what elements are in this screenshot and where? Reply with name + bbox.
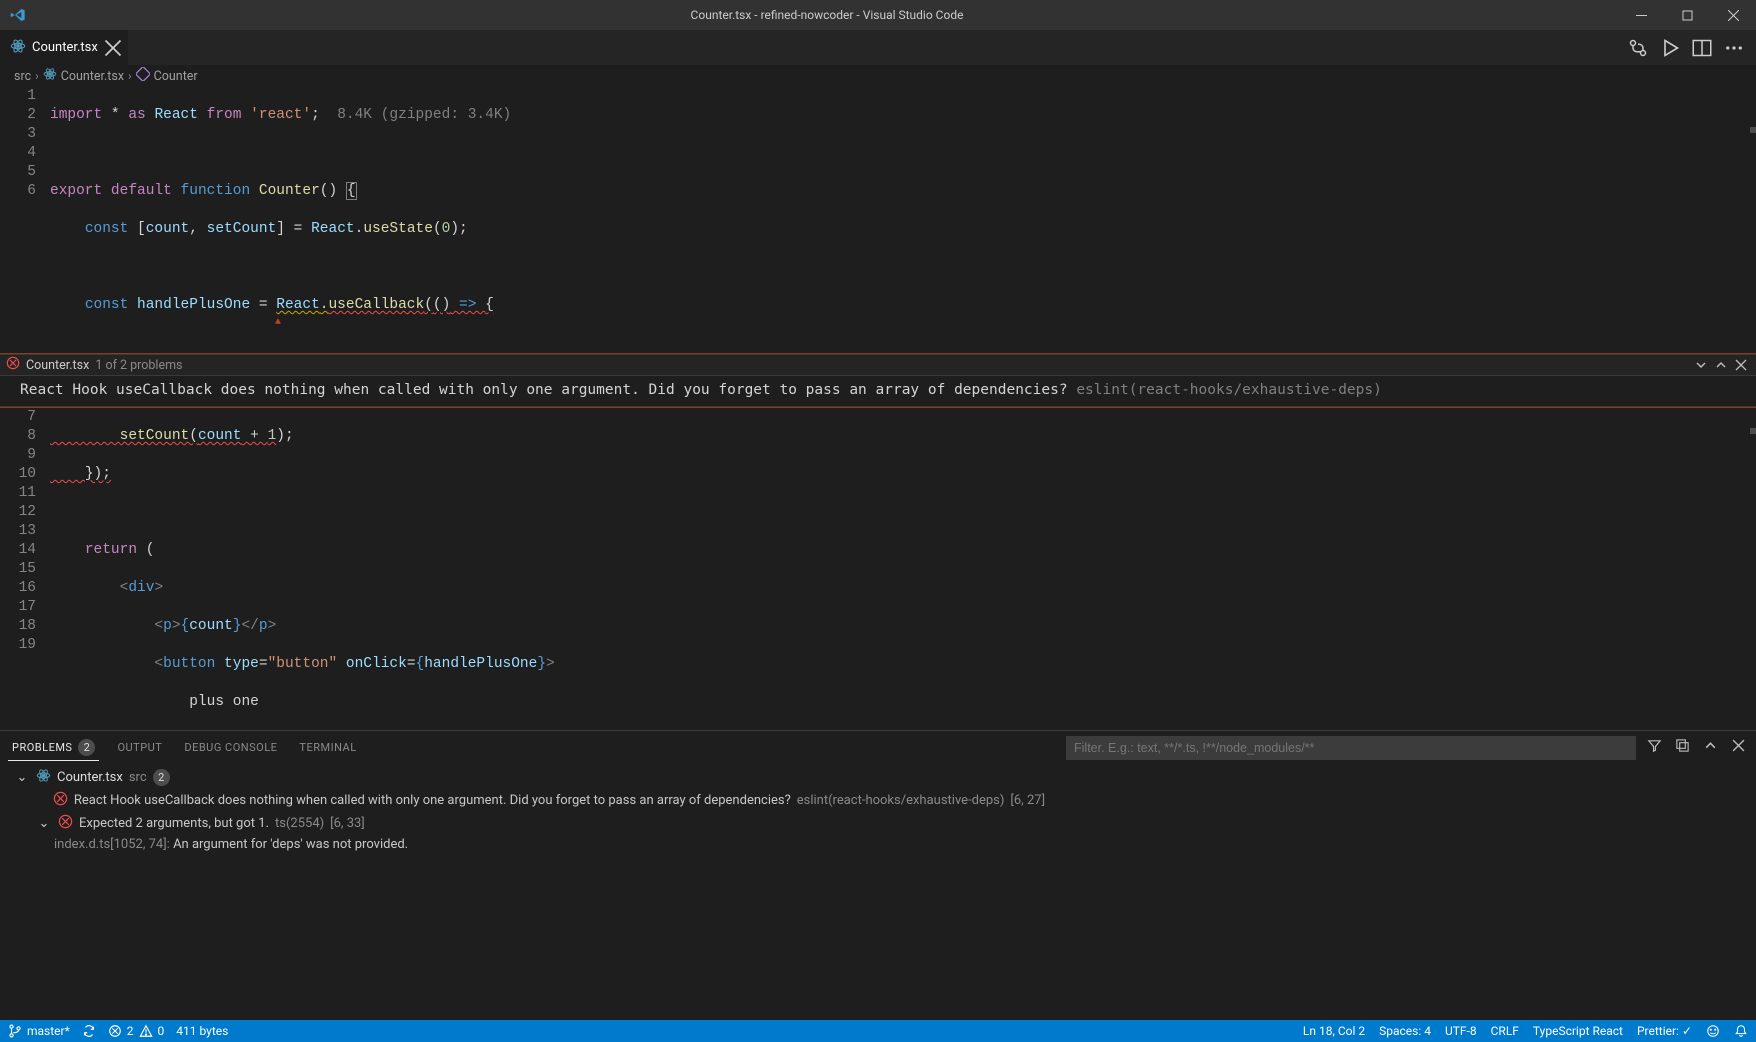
status-cursor-position[interactable]: Ln 18, Col 2 — [1303, 1024, 1365, 1038]
inline-problem-message: React Hook useCallback does nothing when… — [0, 376, 1756, 407]
code-editor-section-bottom[interactable]: 78910111213141516171819 setCount(count +… — [0, 407, 1756, 730]
editor-tab-bar: Counter.tsx — [0, 30, 1756, 65]
panel-tabs: PROBLEMS 2 OUTPUT DEBUG CONSOLE TERMINAL — [0, 731, 1756, 764]
panel-maximize-icon[interactable] — [1700, 739, 1720, 756]
problems-list: ⌄ Counter.tsx src 2 ⌄ React Hook useCall… — [0, 764, 1756, 1020]
status-problems[interactable]: 2 0 — [108, 1024, 165, 1038]
tab-label: Counter.tsx — [32, 40, 98, 55]
react-file-icon — [36, 768, 51, 787]
minimap[interactable] — [1746, 408, 1756, 730]
error-icon — [58, 814, 73, 833]
tab-problems[interactable]: PROBLEMS 2 — [8, 735, 99, 761]
problem-row[interactable]: ⌄ React Hook useCallback does nothing wh… — [6, 789, 1750, 812]
editor-tab-active[interactable]: Counter.tsx — [0, 30, 129, 65]
code-editor-section-top[interactable]: 123456 import * as React from 'react'; 8… — [0, 87, 1756, 354]
status-prettier[interactable]: Prettier: ✓ — [1637, 1024, 1692, 1038]
tab-output[interactable]: OUTPUT — [113, 737, 166, 758]
status-indentation[interactable]: Spaces: 4 — [1379, 1024, 1431, 1038]
react-file-icon — [10, 38, 26, 58]
tab-terminal[interactable]: TERMINAL — [295, 737, 360, 758]
error-icon — [108, 1024, 122, 1038]
collapse-all-icon[interactable] — [1672, 738, 1692, 757]
warning-icon — [139, 1024, 153, 1038]
status-language-mode[interactable]: TypeScript React — [1533, 1024, 1623, 1038]
status-encoding[interactable]: UTF-8 — [1445, 1024, 1477, 1038]
git-branch-icon — [8, 1024, 22, 1038]
inline-problem-count: 1 of 2 problems — [95, 358, 182, 373]
problems-count-badge: 2 — [78, 739, 95, 756]
chevron-down-icon[interactable]: ⌄ — [14, 770, 30, 785]
error-icon — [6, 356, 20, 374]
status-bar: master* 2 0 411 bytes Ln 18, Col 2 Space… — [0, 1020, 1756, 1042]
inline-problem-file: Counter.tsx — [26, 358, 89, 373]
inline-problem-header: Counter.tsx 1 of 2 problems — [0, 354, 1756, 376]
minimap[interactable] — [1746, 87, 1756, 353]
problems-filter-input[interactable] — [1066, 736, 1636, 760]
window-minimize-button[interactable] — [1618, 0, 1664, 30]
status-eol[interactable]: CRLF — [1491, 1024, 1519, 1038]
window-title: Counter.tsx - refined-nowcoder - Visual … — [36, 8, 1618, 22]
window-maximize-button[interactable] — [1664, 0, 1710, 30]
split-editor-icon[interactable] — [1692, 38, 1712, 58]
run-icon[interactable] — [1660, 38, 1680, 58]
problem-subrow[interactable]: index.d.ts[1052, 74]: An argument for 'd… — [6, 835, 1750, 854]
chevron-right-icon: › — [128, 69, 132, 83]
panel-close-icon[interactable] — [1728, 739, 1748, 756]
problem-row[interactable]: ⌄ Expected 2 arguments, but got 1. ts(25… — [6, 812, 1750, 835]
window-close-button[interactable] — [1710, 0, 1756, 30]
code-content[interactable]: import * as React from 'react'; 8.4K (gz… — [50, 87, 1756, 353]
more-actions-icon[interactable] — [1724, 38, 1744, 58]
next-problem-button[interactable] — [1692, 356, 1710, 374]
breadcrumb[interactable]: src › Counter.tsx › Counter — [0, 65, 1756, 87]
feedback-icon[interactable] — [1706, 1024, 1720, 1038]
breadcrumb-segment[interactable]: src — [14, 69, 31, 84]
filter-icon[interactable] — [1644, 738, 1664, 757]
problems-file-row[interactable]: ⌄ Counter.tsx src 2 — [6, 766, 1750, 789]
status-sync[interactable] — [82, 1024, 96, 1038]
window-title-bar: Counter.tsx - refined-nowcoder - Visual … — [0, 0, 1756, 30]
compare-changes-icon[interactable] — [1628, 38, 1648, 58]
chevron-right-icon: › — [35, 69, 39, 83]
react-file-icon — [43, 67, 57, 85]
breadcrumb-segment[interactable]: Counter — [154, 69, 198, 84]
inline-problem-close-button[interactable] — [1732, 356, 1750, 374]
status-file-size[interactable]: 411 bytes — [176, 1024, 228, 1038]
matching-brace-highlight: { — [346, 182, 357, 200]
error-icon — [53, 791, 68, 810]
symbol-function-icon — [136, 67, 150, 85]
tab-debug-console[interactable]: DEBUG CONSOLE — [180, 737, 281, 758]
file-problem-count-badge: 2 — [153, 769, 170, 786]
status-git-branch[interactable]: master* — [8, 1024, 70, 1038]
previous-problem-button[interactable] — [1712, 356, 1730, 374]
line-number-gutter: 78910111213141516171819 — [0, 408, 50, 730]
chevron-down-icon[interactable]: ⌄ — [36, 816, 52, 831]
error-caret-icon: ▲ — [275, 313, 281, 332]
bottom-panel: PROBLEMS 2 OUTPUT DEBUG CONSOLE TERMINAL… — [0, 730, 1756, 1020]
vscode-logo-icon — [0, 7, 36, 23]
code-content[interactable]: setCount(count + 1); }); return ( <div> … — [50, 408, 1756, 730]
sync-icon — [82, 1024, 96, 1038]
line-number-gutter: 123456 — [0, 87, 50, 353]
notifications-icon[interactable] — [1734, 1024, 1748, 1038]
breadcrumb-segment[interactable]: Counter.tsx — [61, 69, 124, 84]
tab-close-button[interactable] — [104, 39, 122, 57]
